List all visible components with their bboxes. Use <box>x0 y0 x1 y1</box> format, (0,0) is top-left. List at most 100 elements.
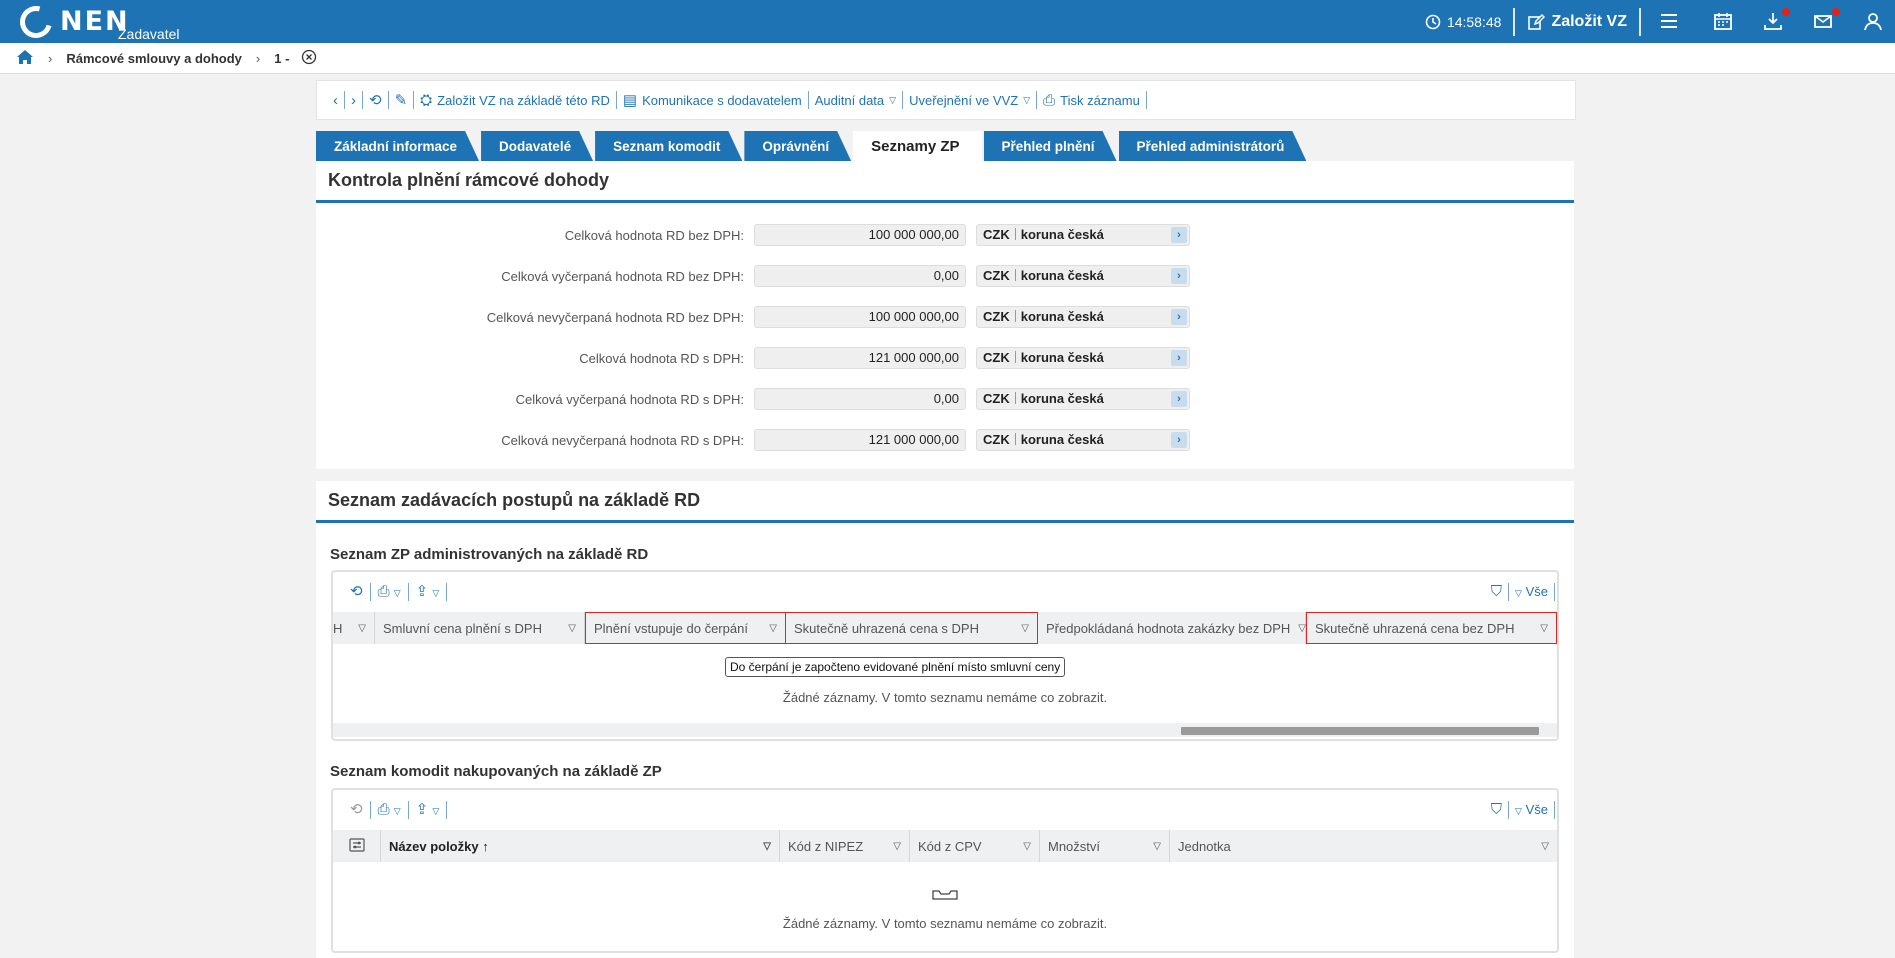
breadcrumb: › Rámcové smlouvy a dohody › 1 - <box>0 43 1895 74</box>
column-label: Kód z NIPEZ <box>788 838 864 854</box>
toolbar-label: Komunikace s dodavatelem <box>642 92 802 108</box>
session-timer: 14:58:48 <box>1413 0 1514 43</box>
column-header[interactable]: Skutečně uhrazená cena bez DPH ▽ <box>1306 612 1557 644</box>
print-icon[interactable]: ⎙ ▽ <box>371 583 409 601</box>
grid-header: Název položky ↑ ▽ Kód z NIPEZ ▽ Kód z CPV ▽… <box>333 830 1557 862</box>
filter-caret-icon[interactable]: ▽ <box>1540 623 1548 634</box>
field-value: 0,00 <box>754 388 966 410</box>
filter-caret-icon[interactable]: ▽ <box>893 841 901 852</box>
print-icon[interactable]: ⎙ ▽ <box>371 801 409 819</box>
field-row: Celková nevyčerpaná hodnota RD s DPH: 12… <box>316 429 1316 451</box>
home-icon[interactable] <box>16 49 34 68</box>
refresh-button[interactable]: ⟲ <box>363 91 389 109</box>
field-label: Celková hodnota RD s DPH: <box>579 350 744 366</box>
refresh-icon[interactable]: ⟲ <box>343 583 371 601</box>
edit-icon <box>1527 13 1546 31</box>
filter-caret-icon[interactable]: ▽ <box>1541 841 1549 852</box>
tab-opravneni[interactable]: Oprávnění <box>744 131 851 161</box>
divider <box>1639 7 1641 36</box>
hamburger-icon <box>1659 11 1681 33</box>
edit-button[interactable]: ✎ <box>389 91 415 109</box>
filter-caret-icon[interactable]: ▽ <box>1153 841 1161 852</box>
toolbar-label: Založit VZ na základě této RD <box>437 92 610 108</box>
chevron-right-icon[interactable]: › <box>1171 227 1187 243</box>
chevron-right-icon[interactable]: › <box>1171 350 1187 366</box>
breadcrumb-item[interactable]: Rámcové smlouvy a dohody <box>66 51 242 66</box>
filter-caret-icon[interactable]: ▽ <box>358 623 366 634</box>
currency-name: koruna česká <box>1020 309 1104 324</box>
grid-toolbar: ⟲ ⎙ ▽ ⇪ ▽ ⛉ ▽ Vše <box>333 790 1557 830</box>
column-header[interactable]: Jednotka ▽ <box>1170 830 1557 862</box>
refresh-icon[interactable]: ⟲ <box>343 801 371 819</box>
logo-subtitle: Zadavatel <box>118 26 180 42</box>
tab-dodavatele[interactable]: Dodavatelé <box>481 131 593 161</box>
filter-icon[interactable]: ⛉ <box>1485 583 1508 601</box>
chevron-right-icon[interactable]: › <box>1171 391 1187 407</box>
user-button[interactable] <box>1849 0 1895 43</box>
vvz-publish-dropdown[interactable]: Uveřejnění ve VVZ ▽ <box>903 91 1038 109</box>
downloads-button[interactable] <box>1749 0 1799 43</box>
currency-field[interactable]: CZK koruna česká › <box>976 429 1190 451</box>
filter-caret-icon[interactable]: ▽ <box>568 623 576 634</box>
view-label: Vše <box>1525 584 1548 599</box>
filter-caret-icon[interactable]: ▽ <box>763 841 771 852</box>
column-header[interactable]: Kód z CPV ▽ <box>910 830 1040 862</box>
tab-prehled-administratoru[interactable]: Přehled administrátorů <box>1119 131 1307 161</box>
tab-prehled-plneni[interactable]: Přehled plnění <box>984 131 1117 161</box>
filter-caret-icon[interactable]: ▽ <box>1021 623 1029 634</box>
chevron-right-icon[interactable]: › <box>1171 432 1187 448</box>
close-tab-icon[interactable] <box>301 49 317 68</box>
currency-field[interactable]: CZK koruna česká › <box>976 265 1190 287</box>
tab-zakladni-informace[interactable]: Základní informace <box>316 131 479 161</box>
nen-logo[interactable]: NEN Zadavatel <box>14 0 179 44</box>
messages-button[interactable] <box>1799 0 1849 43</box>
forward-button[interactable]: › <box>345 91 363 109</box>
filter-icon[interactable]: ⛉ <box>1485 801 1508 819</box>
audit-data-dropdown[interactable]: Auditní data ▽ <box>809 91 904 109</box>
sliders-icon <box>348 837 365 855</box>
chevron-right-icon[interactable]: › <box>1171 268 1187 284</box>
column-header[interactable]: Plnění vstupuje do čerpání ▽ <box>585 612 786 644</box>
supplier-communication-button[interactable]: ▤ Komunikace s dodavatelem <box>617 91 809 109</box>
currency-field[interactable]: CZK koruna česká › <box>976 347 1190 369</box>
column-header[interactable]: Název položky ↑ ▽ <box>381 830 780 862</box>
top-bar: NEN Zadavatel 14:58:48 Založit VZ <box>0 0 1895 44</box>
toolbar-label: Uveřejnění ve VVZ <box>909 92 1019 108</box>
export-icon[interactable]: ⇪ ▽ <box>409 801 448 819</box>
chevron-right-icon[interactable]: › <box>1171 309 1187 325</box>
tab-seznamy-zp[interactable]: Seznamy ZP <box>853 131 982 161</box>
horizontal-scrollbar[interactable] <box>333 723 1557 737</box>
scrollbar-thumb[interactable] <box>1181 727 1539 735</box>
column-header[interactable]: H ▽ <box>333 612 375 644</box>
export-icon[interactable]: ⇪ ▽ <box>409 583 448 601</box>
column-label: H <box>333 620 343 636</box>
column-header[interactable]: Množství ▽ <box>1040 830 1170 862</box>
back-button[interactable]: ‹ <box>327 91 345 109</box>
chevron-right-icon: › <box>255 50 261 66</box>
currency-name: koruna česká <box>1020 350 1104 365</box>
calendar-button[interactable] <box>1699 0 1749 43</box>
filter-caret-icon[interactable]: ▽ <box>1298 623 1306 634</box>
column-label: Skutečně uhrazená cena bez DPH <box>1315 620 1515 636</box>
filter-caret-icon[interactable]: ▽ <box>1023 841 1031 852</box>
column-header[interactable]: Kód z NIPEZ ▽ <box>780 830 910 862</box>
sort-asc-icon[interactable]: ↑ <box>482 839 489 854</box>
view-selector[interactable]: ▽ Vše <box>1508 801 1554 819</box>
column-header[interactable]: Předpokládaná hodnota zakázky bez DPH ▽ <box>1038 612 1306 644</box>
create-vz-from-rd-button[interactable]: ⛭ Založit VZ na základě této RD <box>414 91 617 109</box>
create-vz-button[interactable]: Založit VZ <box>1515 0 1639 43</box>
menu-button[interactable] <box>1641 0 1699 43</box>
tab-seznam-komodit[interactable]: Seznam komodit <box>595 131 742 161</box>
currency-field[interactable]: CZK koruna česká › <box>976 388 1190 410</box>
view-selector[interactable]: ▽ Vše <box>1508 583 1554 601</box>
field-value: 121 000 000,00 <box>754 429 966 451</box>
currency-field[interactable]: CZK koruna česká › <box>976 224 1190 246</box>
filter-caret-icon[interactable]: ▽ <box>769 623 777 634</box>
currency-field[interactable]: CZK koruna česká › <box>976 306 1190 328</box>
column-settings-button[interactable] <box>333 830 381 862</box>
create-vz-label: Založit VZ <box>1551 12 1627 30</box>
column-header[interactable]: Skutečně uhrazená cena s DPH ▽ <box>786 612 1038 644</box>
print-record-button[interactable]: ⎙ Tisk záznamu <box>1037 91 1147 109</box>
currency-name: koruna česká <box>1020 227 1104 242</box>
column-header[interactable]: Smluvní cena plnění s DPH ▽ <box>375 612 585 644</box>
